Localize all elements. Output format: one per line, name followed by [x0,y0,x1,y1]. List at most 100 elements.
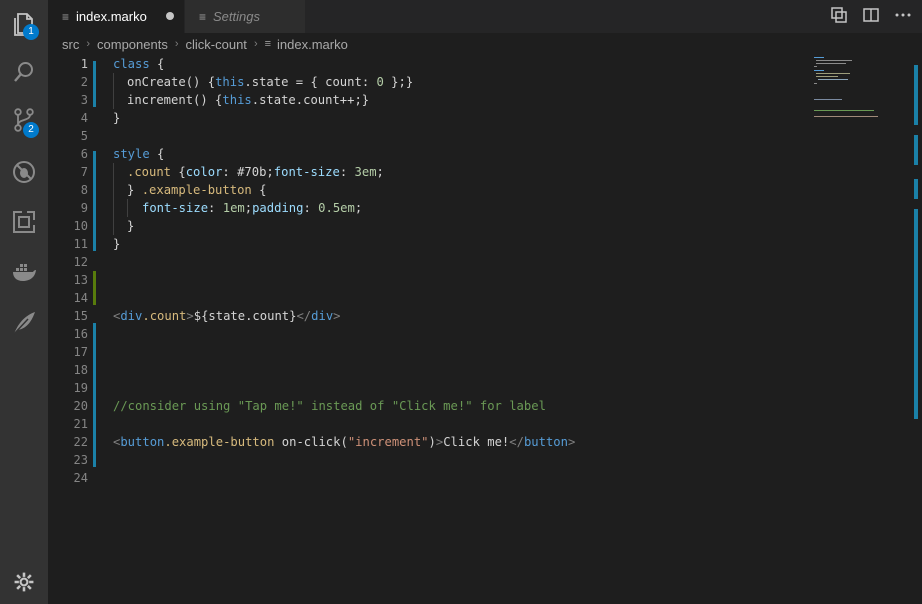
activity-bar: 1 2 [0,0,48,604]
extensions-icon [13,211,35,233]
chevron-right-icon: › [253,38,258,50]
breadcrumb-components[interactable]: components [97,37,168,52]
line-number: 24 [73,471,88,485]
line-number: 11 [73,237,88,251]
manage-button[interactable] [0,560,48,604]
diff-modified-bar [93,323,96,467]
open-changes-icon[interactable] [830,6,848,24]
overview-mark [914,209,918,419]
code-line-8: } .example-button { [127,183,267,197]
minimap-line [814,116,878,117]
line-number: 10 [73,219,88,233]
docker-whale-icon [13,264,36,281]
minimap-line [818,79,848,80]
file-lines-icon: ≡ [62,9,70,24]
line-number: 9 [80,201,88,215]
line-number: 2 [80,75,88,89]
minimap-line [814,83,817,84]
minimap-line [816,63,846,64]
explorer-badge: 1 [23,24,39,40]
code-line-6: style { [113,147,165,161]
code-line-10: } [127,219,135,233]
code-line-7: .count {color: #70b;font-size: 3em; [127,165,384,179]
minimap-line [814,70,824,71]
tab-index-marko[interactable]: ≡ index.marko [48,0,184,33]
breadcrumb-click-count[interactable]: click-count [186,37,247,52]
editor-actions [830,6,912,24]
breadcrumb: src › components › click-count › ≡ index… [48,33,922,55]
indent-guide [113,163,114,235]
line-number: 8 [80,183,88,197]
file-lines-icon: ≡ [264,38,272,50]
line-number: 17 [73,345,88,359]
diff-modified-bar [93,151,96,251]
tab-label: Settings [213,9,260,24]
feather-icon [13,312,35,335]
line-number: 1 [80,57,88,71]
minimap-line [816,73,850,74]
gear-icon [14,572,34,592]
code-line-22: <button.example-button on-click("increme… [113,435,576,449]
minimap-line [814,57,824,58]
tab-label: index.marko [76,9,147,24]
breadcrumb-src[interactable]: src [62,37,79,52]
file-lines-icon: ≡ [199,9,207,24]
tab-bar: ≡ index.marko ≡ Settings [48,0,922,33]
diff-added-bar [93,271,96,305]
line-number: 15 [73,309,88,323]
line-number: 19 [73,381,88,395]
code-line-11: } [113,237,121,251]
line-number: 20 [73,399,88,413]
tab-settings[interactable]: ≡ Settings [185,0,305,33]
line-number: 18 [73,363,88,377]
line-number: 7 [80,165,88,179]
code-line-3: increment() {this.state.count++;} [127,93,370,107]
line-number: 23 [73,453,88,467]
minimap[interactable] [814,55,910,175]
code-line-4: } [113,111,121,125]
line-number: 14 [73,291,88,305]
code-line-20: //consider using "Tap me!" instead of "C… [113,399,546,413]
line-number: 3 [80,93,88,107]
line-number: 22 [73,435,88,449]
search-button[interactable] [0,48,48,96]
line-number: 12 [73,255,88,269]
overview-mark [914,135,918,165]
extensions-button[interactable] [0,198,48,246]
line-number: 4 [80,111,88,125]
indent-guide [127,199,128,217]
minimap-line [816,76,838,77]
minimap-line [814,66,817,67]
minimap-line [814,99,842,100]
line-number: 13 [73,273,88,287]
diff-modified-bar [93,61,96,107]
more-actions-icon[interactable] [894,6,912,24]
breadcrumb-file[interactable]: index.marko [277,37,348,52]
source-control-button[interactable]: 2 [0,96,48,144]
indent-guide [113,73,114,109]
overview-mark [914,179,918,199]
line-number: 6 [80,147,88,161]
debug-button[interactable] [0,148,48,196]
minimap-line [816,60,852,61]
search-icon [14,62,33,82]
explorer-button[interactable]: 1 [0,0,48,48]
line-number: 21 [73,417,88,431]
code-line-9: font-size: 1em;padding: 0.5em; [142,201,363,215]
unsaved-dot-icon[interactable] [166,12,174,20]
scm-badge: 2 [23,122,39,138]
no-bug-icon [13,161,35,183]
live-share-button[interactable] [0,298,48,346]
overview-ruler [908,55,922,604]
code-line-2: onCreate() {this.state = { count: 0 };} [127,75,414,89]
line-number: 5 [80,129,88,143]
line-number: 16 [73,327,88,341]
code-line-15: <div.count>${state.count}</div> [113,309,341,323]
overview-mark [914,65,918,125]
code-line-1: class { [113,57,165,71]
split-editor-icon[interactable] [862,6,880,24]
code-editor[interactable]: 1 2 3 4 5 6 7 8 9 10 11 12 13 14 15 16 17 18 19 20 21 22 23 24 … [48,55,922,604]
docker-button[interactable] [0,248,48,296]
chevron-right-icon: › [86,38,91,50]
chevron-right-icon: › [174,38,179,50]
